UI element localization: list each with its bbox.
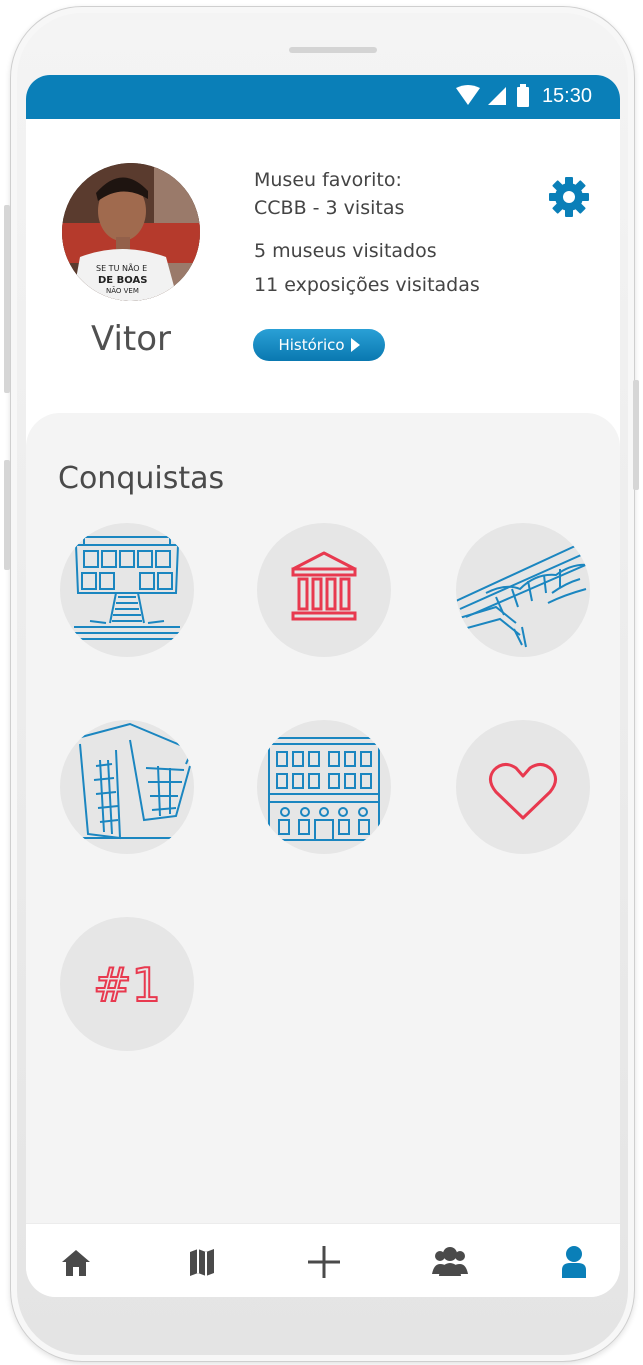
badge-modern-roof[interactable] (456, 523, 590, 657)
achievements-panel: Conquistas #1 (26, 413, 620, 1223)
history-button-label: Histórico (278, 336, 345, 354)
group-icon[interactable] (430, 1242, 470, 1282)
avatar[interactable]: SE TU NÃO E DE BOAS NÃO VEM (62, 163, 200, 301)
badge-heart[interactable] (456, 720, 590, 854)
bottom-nav (26, 1223, 620, 1297)
badge-museum-columns[interactable] (257, 523, 391, 657)
battery-icon (516, 84, 529, 107)
map-icon[interactable] (182, 1242, 222, 1282)
museums-visited: 5 museus visitados (254, 240, 437, 262)
badge-building-stairs[interactable] (60, 523, 194, 657)
play-icon (350, 338, 360, 352)
wifi-icon (455, 85, 480, 105)
phone-speaker (289, 47, 377, 53)
badge-number-one-text: #1 (93, 958, 161, 1012)
exhibitions-visited: 11 exposições visitadas (254, 274, 480, 296)
signal-icon (487, 87, 506, 105)
heart-icon (489, 763, 557, 820)
plus-icon[interactable] (304, 1242, 344, 1282)
gear-icon[interactable] (548, 176, 590, 218)
badge-classic-facade[interactable] (257, 720, 391, 854)
status-time: 15:30 (541, 84, 592, 107)
history-button[interactable]: Histórico (253, 329, 385, 361)
badge-glass-building[interactable] (60, 720, 194, 854)
user-name: Vitor (90, 319, 172, 359)
favorite-museum-value: CCBB - 3 visitas (254, 197, 405, 219)
avatar-shirt-text: NÃO VEM (106, 286, 139, 295)
avatar-shirt-text: SE TU NÃO E (96, 263, 147, 273)
badge-number-one[interactable]: #1 (60, 917, 194, 1051)
status-icons: 15:30 (455, 84, 592, 108)
avatar-shirt-text: DE BOAS (98, 275, 147, 286)
status-bar: 15:30 (26, 75, 620, 119)
favorite-museum-label: Museu favorito: (254, 169, 402, 191)
profile-icon[interactable] (554, 1242, 594, 1282)
achievements-title: Conquistas (58, 461, 225, 496)
home-icon[interactable] (56, 1242, 96, 1282)
phone-side-button (4, 205, 10, 393)
phone-side-button (4, 460, 10, 570)
app-screen: 15:30 SE TU NÃO E DE BOAS NÃO VEM Vitor … (26, 75, 620, 1297)
phone-side-button (633, 380, 639, 490)
